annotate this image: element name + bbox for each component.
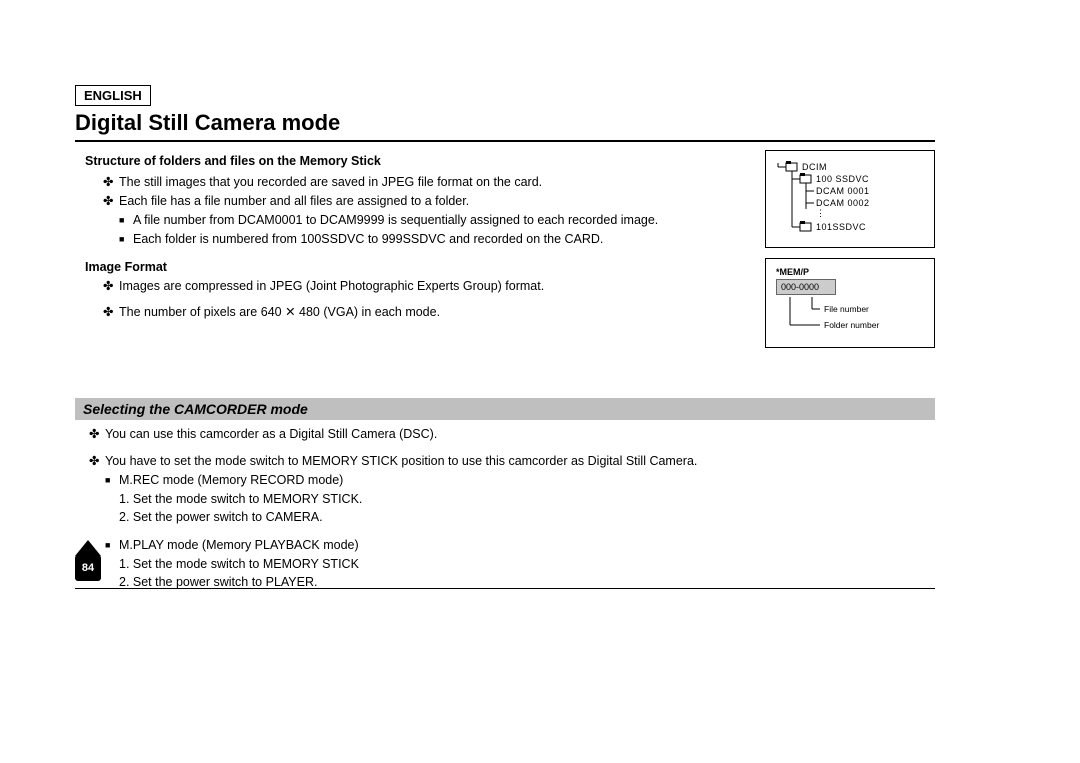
lower-content: ✤ You can use this camcorder as a Digita… [75,426,935,591]
section-heading-imageformat: Image Format [85,260,750,274]
step-text: 1. Set the mode switch to MEMORY STICK. [119,491,935,508]
square-bullet-icon: ■ [105,472,119,489]
step-text: 1. Set the mode switch to MEMORY STICK [119,556,935,573]
bullet-text: M.PLAY mode (Memory PLAYBACK mode) [119,537,359,554]
bullet-item: ✤ Images are compressed in JPEG (Joint P… [103,278,750,295]
square-bullet-icon: ■ [119,212,133,229]
bullet-item: ✤ The number of pixels are 640 ✕ 480 (VG… [103,304,750,321]
bullet-text: You have to set the mode switch to MEMOR… [105,453,697,470]
sub-bullet-item: ■ A file number from DCAM0001 to DCAM999… [119,212,750,229]
bullet-icon: ✤ [89,426,105,443]
bullet-text: You can use this camcorder as a Digital … [105,426,437,443]
section-heading-structure: Structure of folders and files on the Me… [85,154,750,168]
step-text: 2. Set the power switch to CAMERA. [119,509,935,526]
svg-text:Folder number: Folder number [824,320,879,330]
bullet-text: The number of pixels are 640 ✕ 480 (VGA)… [119,304,440,321]
sub-bullet-item: ■ M.REC mode (Memory RECORD mode) [105,472,935,489]
number-box: 000-0000 [776,279,836,295]
svg-text:⋮: ⋮ [816,208,826,218]
bullet-text: Each file has a file number and all file… [119,193,469,210]
square-bullet-icon: ■ [105,537,119,554]
square-bullet-icon: ■ [119,231,133,248]
bullet-text: The still images that you recorded are s… [119,174,542,191]
bottom-rule [75,588,935,589]
sub-bullet-item: ■ Each folder is numbered from 100SSDVC … [119,231,750,248]
svg-text:DCIM: DCIM [802,162,827,172]
page-title: Digital Still Camera mode [75,110,935,142]
svg-text:File number: File number [824,304,869,314]
bullet-text: Each folder is numbered from 100SSDVC to… [133,231,603,248]
bullet-icon: ✤ [103,304,119,321]
svg-text:DCAM 0002: DCAM 0002 [816,198,870,208]
folder-tree-diagram: DCIM 100 SSDVC DCAM 0001 DCAM 0002 ⋮ [765,150,935,248]
bullet-item: ✤ Each file has a file number and all fi… [103,193,750,210]
bullet-text: M.REC mode (Memory RECORD mode) [119,472,343,489]
sub-bullet-item: ■ M.PLAY mode (Memory PLAYBACK mode) [105,537,935,554]
bullet-icon: ✤ [103,278,119,295]
bullet-text: A file number from DCAM0001 to DCAM9999 … [133,212,658,229]
language-label: ENGLISH [75,85,151,106]
bullet-item: ✤ You have to set the mode switch to MEM… [89,453,935,470]
section-banner: Selecting the CAMCORDER mode [75,398,935,420]
svg-text:DCAM 0001: DCAM 0001 [816,186,870,196]
svg-text:101SSDVC: 101SSDVC [816,222,866,232]
svg-text:100 SSDVC: 100 SSDVC [816,174,869,184]
diagram-column: DCIM 100 SSDVC DCAM 0001 DCAM 0002 ⋮ [765,150,935,348]
bullet-icon: ✤ [89,453,105,470]
bullet-icon: ✤ [103,174,119,191]
bullet-text: Images are compressed in JPEG (Joint Pho… [119,278,544,295]
bullet-item: ✤ The still images that you recorded are… [103,174,750,191]
annotation-svg: File number Folder number [772,297,922,337]
bullet-item: ✤ You can use this camcorder as a Digita… [89,426,935,443]
main-content: Structure of folders and files on the Me… [75,150,765,348]
triangle-decoration [75,540,101,556]
memp-label: *MEM/P [776,267,928,277]
bullet-icon: ✤ [103,193,119,210]
file-number-diagram: *MEM/P 000-0000 File number Folder numbe… [765,258,935,348]
tree-svg: DCIM 100 SSDVC DCAM 0001 DCAM 0002 ⋮ [772,159,922,239]
page-number: 84 [75,555,101,581]
